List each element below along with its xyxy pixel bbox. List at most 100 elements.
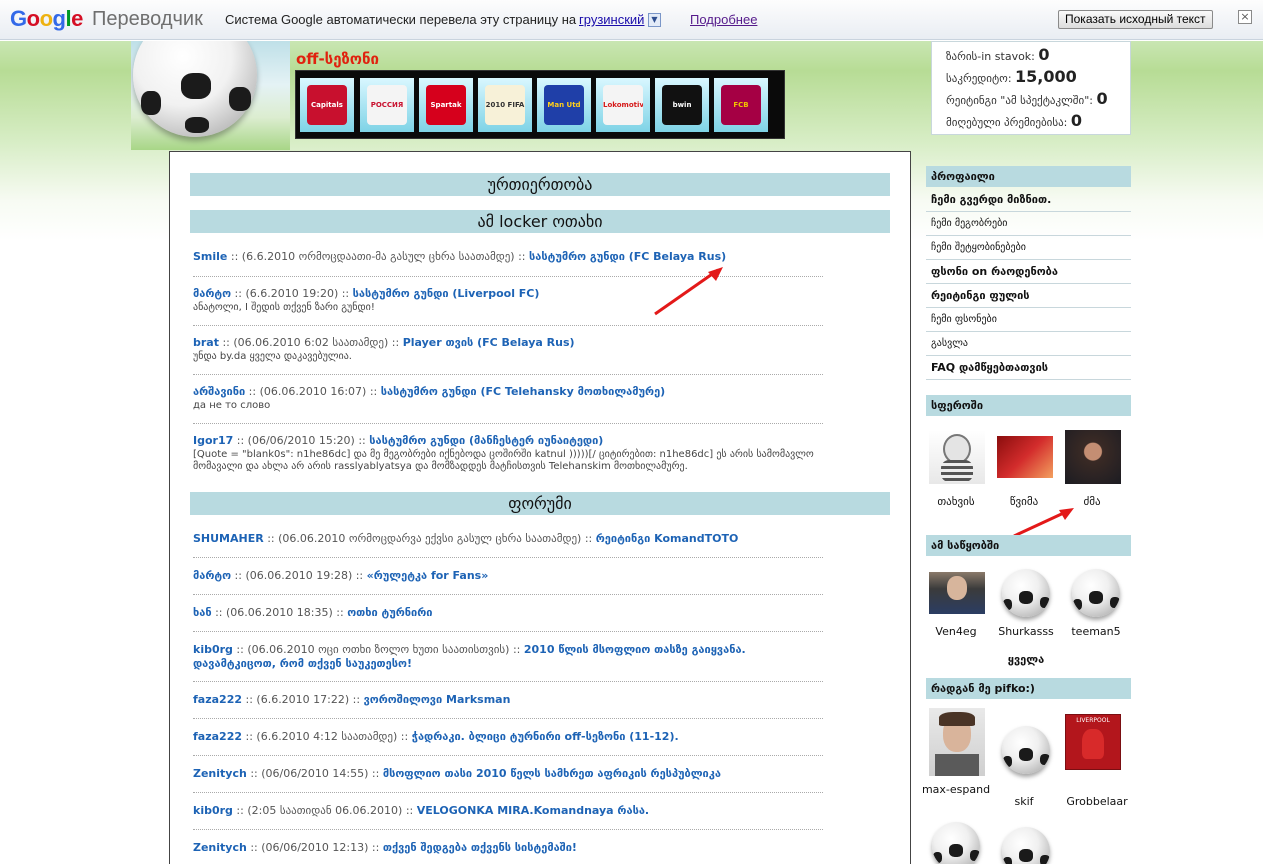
avatar[interactable] <box>997 436 1053 478</box>
main-panel: ურთიერთობა ამ locker ოთახი Smile :: (6.6… <box>169 151 911 864</box>
topic-link[interactable]: ოთხი ტურნირი <box>347 606 432 619</box>
forum-entry: Zenitych :: (06/06/2010 12:13) :: თქვენ … <box>193 841 577 854</box>
avatar[interactable] <box>929 572 985 614</box>
user-link[interactable]: Smile <box>193 250 227 263</box>
club-logo[interactable]: bwin <box>655 78 709 132</box>
user-link[interactable]: არშავინი <box>193 385 245 398</box>
forum-entry: faza222 :: (6.6.2010 17:22) :: ვოროშილოვ… <box>193 693 511 706</box>
friend-name[interactable]: max-espand <box>918 783 994 796</box>
topic-link[interactable]: თქვენ შედგება თქვენს სისტემაში! <box>383 841 577 854</box>
translate-product-name[interactable]: Переводчик <box>92 8 203 31</box>
topic-link[interactable]: სასტუმრო გუნდი (FC Belaya Rus) <box>529 250 726 263</box>
member-name[interactable]: Shurkasss <box>988 625 1064 638</box>
topic-link[interactable]: Player თვის (FC Belaya Rus) <box>403 336 575 349</box>
club-logo[interactable]: Lokomotiv <box>596 78 650 132</box>
topic-link[interactable]: სასტუმრო გუნდი (მანჩესტერ იუნაიტედი) <box>369 434 603 447</box>
user-link[interactable]: kib0rg <box>193 804 233 817</box>
menu-friends[interactable]: ჩემი მეგობრები <box>926 212 1131 236</box>
more-info-link[interactable]: Подробнее <box>690 12 757 27</box>
forum-entry: faza222 :: (6.6.2010 4:12 საათამდე) :: ჭ… <box>193 730 679 743</box>
all-members-link[interactable]: ყველა <box>988 653 1064 666</box>
show-original-button[interactable]: Показать исходный текст <box>1058 10 1213 29</box>
red-arrow-annotation <box>654 267 723 316</box>
user-link[interactable]: brat <box>193 336 219 349</box>
stat-rating: რეიტინგი "ამ სპექტაკლში": 0 <box>946 89 1108 108</box>
target-language-link[interactable]: грузинский <box>579 12 644 27</box>
forum-entry: SHUMAHER :: (06.06.2010 ორმოცდარვა ექვსი… <box>193 532 739 545</box>
close-icon[interactable]: × <box>1238 10 1252 24</box>
menu-my-page[interactable]: ჩემი გვერდი მიზნით. <box>926 188 1131 212</box>
user-stats-box: ზარის-in stavok: 0 საკრედიტო: 15,000 რეი… <box>931 41 1131 135</box>
user-link[interactable]: Igor17 <box>193 434 233 447</box>
forum-entry: მარტო :: (06.06.2010 19:28) :: «რულეტკა … <box>193 569 489 582</box>
divider <box>193 557 823 558</box>
divider <box>193 829 823 830</box>
forum-entry: ხან :: (06.06.2010 18:35) :: ოთხი ტურნირ… <box>193 606 433 619</box>
section-header-locker: ამ locker ოთახი <box>190 210 890 233</box>
soccer-ball-icon[interactable] <box>1002 569 1050 617</box>
club-logos-strip: Capitals РОССИЯ Spartak 2010 FIFA Man Ut… <box>295 70 785 139</box>
topic-link[interactable]: მსოფლიო თასი 2010 წელს სამხრეთ აფრიკის რ… <box>383 767 721 780</box>
topic-link[interactable]: სასტუმრო გუნდი (FC Telehansky მოთხილამურ… <box>381 385 665 398</box>
profile-header: პროფაილი <box>926 166 1131 187</box>
locker-entry: არშავინი :: (06.06.2010 16:07) :: სასტუმ… <box>193 385 823 412</box>
menu-money-rating[interactable]: რეიტინგი ფულის <box>926 284 1131 308</box>
entry-text: უნდა by.da ყველა დაკავებულია. <box>193 351 352 362</box>
friend-name[interactable]: თახვის <box>918 495 994 508</box>
language-dropdown-icon[interactable]: ▼ <box>648 13 661 27</box>
divider <box>193 423 823 424</box>
friend-name[interactable]: skif <box>986 795 1062 808</box>
section-header-forum: ფორუმი <box>190 492 890 515</box>
user-link[interactable]: faza222 <box>193 730 242 743</box>
club-logo[interactable]: 2010 FIFA <box>478 78 532 132</box>
divider <box>193 792 823 793</box>
topic-link[interactable]: ვოროშილოვი Marksman <box>364 693 511 706</box>
forum-entry: kib0rg :: (06.06.2010 ოცი ოთხი ზოლო ხუთი… <box>193 643 746 670</box>
liverpool-logo[interactable]: LIVERPOOL <box>1065 714 1121 770</box>
divider <box>193 594 823 595</box>
member-name[interactable]: teeman5 <box>1058 625 1134 638</box>
section-header-relations: ურთიერთობა <box>190 173 890 196</box>
club-logo[interactable]: FCB <box>714 78 768 132</box>
topic-link[interactable]: ჭადრაკი. ბლიცი ტურნირი off-სეზონი (11-12… <box>412 730 679 743</box>
soccer-ball-icon <box>133 41 257 137</box>
user-link[interactable]: SHUMAHER <box>193 532 264 545</box>
user-link[interactable]: kib0rg <box>193 643 233 656</box>
divider <box>193 631 823 632</box>
topic-link[interactable]: «რულეტკა for Fans» <box>367 569 489 582</box>
google-logo[interactable]: Google <box>10 6 83 32</box>
menu-my-bets[interactable]: ჩემი ფსონები <box>926 308 1131 332</box>
menu-bets[interactable]: ფსონი on რაოდენობა <box>926 260 1131 284</box>
user-link[interactable]: Zenitych <box>193 841 247 854</box>
soccer-ball-icon[interactable] <box>1072 569 1120 617</box>
user-link[interactable]: ხან <box>193 606 212 619</box>
divider <box>193 718 823 719</box>
club-logo[interactable]: РОССИЯ <box>360 78 414 132</box>
member-name[interactable]: Ven4eg <box>918 625 994 638</box>
entry-text: да не то слово <box>193 400 271 411</box>
user-link[interactable]: მარტო <box>193 569 231 582</box>
user-link[interactable]: მარტო <box>193 287 231 300</box>
divider <box>193 755 823 756</box>
topic-link[interactable]: სასტუმრო გუნდი (Liverpool FC) <box>353 287 540 300</box>
menu-faq[interactable]: FAQ დამწყებთათვის <box>926 356 1131 380</box>
user-link[interactable]: faza222 <box>193 693 242 706</box>
user-link[interactable]: Zenitych <box>193 767 247 780</box>
divider <box>193 374 823 375</box>
friend-name[interactable]: Grobbelaar <box>1059 795 1135 808</box>
club-logo[interactable]: Spartak <box>419 78 473 132</box>
avatar[interactable] <box>929 430 985 484</box>
menu-logout[interactable]: გასვლა <box>926 332 1131 356</box>
soccer-ball-icon[interactable] <box>1002 726 1050 774</box>
forum-entry: Zenitych :: (06/06/2010 14:55) :: მსოფლი… <box>193 767 721 780</box>
menu-messages[interactable]: ჩემი შეტყობინებები <box>926 236 1131 260</box>
topic-link[interactable]: VELOGONKA MIRA.Komandnaya რასა. <box>417 804 649 817</box>
topic-link[interactable]: რეიტინგი KomandTOTO <box>596 532 739 545</box>
club-logo[interactable]: Capitals <box>300 78 354 132</box>
avatar[interactable] <box>1065 430 1121 484</box>
avatar[interactable] <box>929 708 985 776</box>
site-logo[interactable] <box>131 41 290 150</box>
divider <box>193 325 823 326</box>
soccer-ball-icon[interactable] <box>932 822 980 864</box>
club-logo[interactable]: Man Utd <box>537 78 591 132</box>
